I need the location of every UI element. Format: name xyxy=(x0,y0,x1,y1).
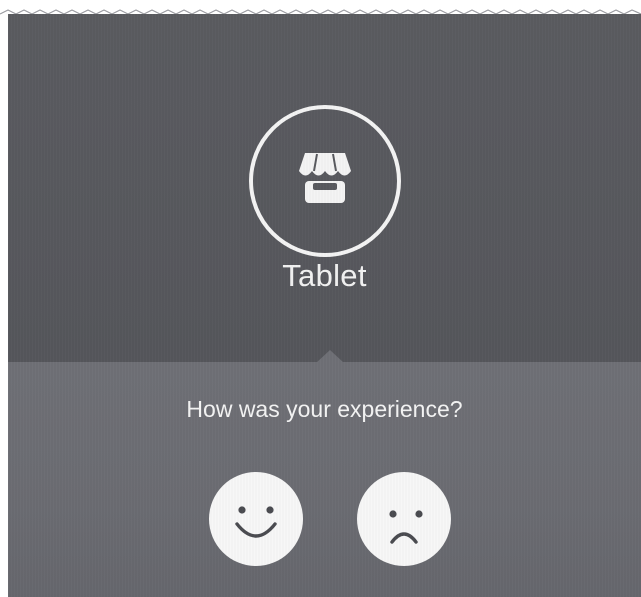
device-label: Tablet xyxy=(282,258,367,293)
happy-face-button[interactable] xyxy=(209,472,303,566)
sad-face-button[interactable] xyxy=(357,472,451,566)
device-panel: Tablet xyxy=(8,14,641,362)
scanned-page: Tablet How was your experience? xyxy=(0,0,641,597)
device-icon-ring xyxy=(249,105,401,257)
feedback-question: How was your experience? xyxy=(186,396,463,422)
feedback-card: Tablet How was your experience? xyxy=(8,14,641,597)
sad-face-icon xyxy=(389,510,423,544)
storefront-icon xyxy=(299,153,351,203)
happy-face-icon xyxy=(235,506,277,538)
